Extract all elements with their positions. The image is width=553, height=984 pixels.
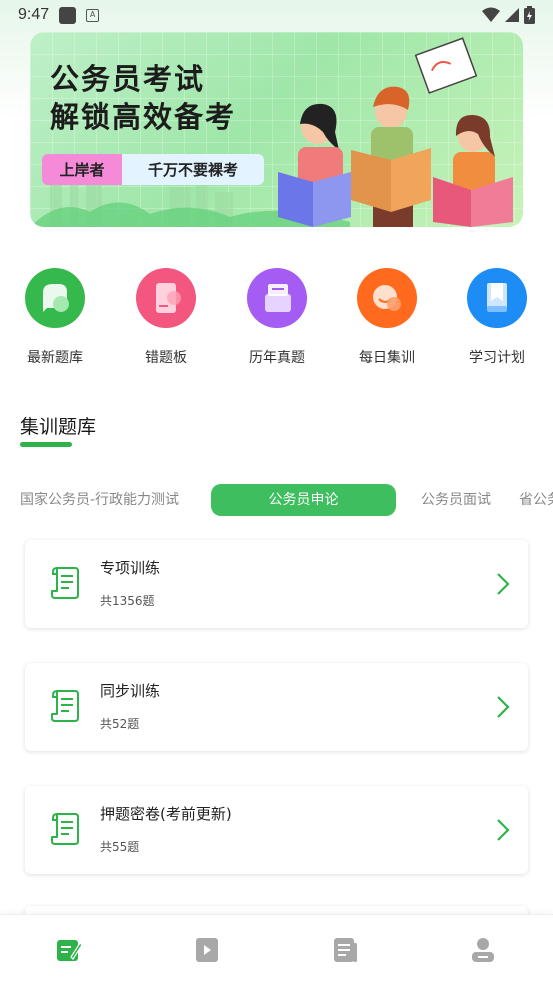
archive-box-icon: [265, 284, 291, 312]
quick-link-label: 最新题库: [27, 350, 83, 366]
bottom-navigation: [0, 914, 553, 984]
quick-link-label: 错题板: [145, 350, 187, 366]
video-play-icon: [196, 938, 218, 962]
wifi-icon: [482, 7, 500, 22]
battery-icon: [524, 6, 535, 24]
card-title: 专项训练: [100, 559, 161, 577]
banner-title-line1: 公务员考试: [50, 62, 206, 96]
section-underline: [20, 442, 72, 447]
quick-link-latest-bank[interactable]: 最新题库: [5, 268, 105, 367]
tab-interview[interactable]: 公务员面试: [421, 484, 491, 516]
question-set-card[interactable]: 专项训练 共1356题: [25, 540, 528, 628]
signal-icon: [505, 8, 519, 22]
card-title: 同步训练: [100, 682, 161, 700]
quick-link-label: 历年真题: [249, 350, 305, 366]
chat-bubble-icon: [43, 284, 69, 312]
promo-banner[interactable]: 公务员考试 解锁高效备考 上岸者 千万不要裸考: [30, 32, 523, 227]
quick-link-past-exams[interactable]: 历年真题: [227, 268, 327, 367]
quick-link-icon-wrap: [247, 268, 307, 328]
banner-tag: 上岸者 千万不要裸考: [42, 154, 264, 185]
edit-note-icon: [57, 940, 83, 961]
a-badge-icon: A: [86, 8, 100, 22]
quick-link-wrong-board[interactable]: 错题板: [116, 268, 216, 367]
scroll-document-icon: [51, 813, 79, 845]
banner-title: 公务员考试 解锁高效备考: [50, 60, 236, 136]
app-notification-icon: [59, 6, 77, 24]
nav-exercise[interactable]: [54, 935, 84, 965]
banner-tag-right: 千万不要裸考: [122, 154, 264, 185]
section-title: 集训题库: [20, 416, 97, 438]
quick-link-icon-wrap: [357, 268, 417, 328]
quick-link-icon-wrap: [467, 268, 527, 328]
quick-link-label: 每日集训: [359, 350, 415, 366]
quick-link-daily-training[interactable]: 每日集训: [337, 268, 437, 367]
card-count: 共52题: [100, 717, 140, 731]
card-count: 共1356题: [100, 594, 155, 608]
nav-profile[interactable]: [468, 935, 498, 965]
user-icon: [472, 938, 494, 962]
category-tabs: 国家公务员-行政能力测试 公务员申论 公务员面试 省公务员: [0, 484, 553, 516]
card-count: 共55题: [100, 840, 140, 854]
scroll-document-icon: [51, 690, 79, 722]
status-time: 9:47: [18, 6, 50, 23]
clock-circle-icon: [373, 285, 401, 311]
chevron-right-icon: [497, 573, 510, 595]
banner-tag-left: 上岸者: [42, 154, 122, 185]
quick-link-icon-wrap: [25, 268, 85, 328]
chevron-right-icon: [497, 696, 510, 718]
scroll-document-icon: [51, 567, 79, 599]
quick-link-study-plan[interactable]: 学习计划: [447, 268, 547, 367]
students-reading-illustration: [278, 37, 513, 227]
quick-link-label: 学习计划: [469, 350, 525, 366]
banner-title-line2: 解锁高效备考: [50, 100, 237, 134]
nav-articles[interactable]: [330, 935, 360, 965]
question-set-card[interactable]: 同步训练 共52题: [25, 663, 528, 751]
document-list-icon: [334, 938, 357, 962]
tab-national-admin[interactable]: 国家公务员-行政能力测试: [20, 484, 179, 516]
tab-essay[interactable]: 公务员申论: [211, 484, 396, 516]
question-set-card[interactable]: 押题密卷(考前更新) 共55题: [25, 786, 528, 874]
tab-provincial[interactable]: 省公务员: [519, 484, 553, 516]
quick-link-icon-wrap: [136, 268, 196, 328]
nav-video[interactable]: [192, 935, 222, 965]
status-bar: 9:47 A: [0, 0, 553, 30]
quick-links: 最新题库 错题板 历年真题 每日集训 学习计划: [0, 268, 553, 378]
phone-card-icon: [156, 283, 181, 313]
card-title: 押题密卷(考前更新): [100, 805, 232, 823]
chevron-right-icon: [497, 819, 510, 841]
bookmark-icon: [487, 283, 507, 312]
